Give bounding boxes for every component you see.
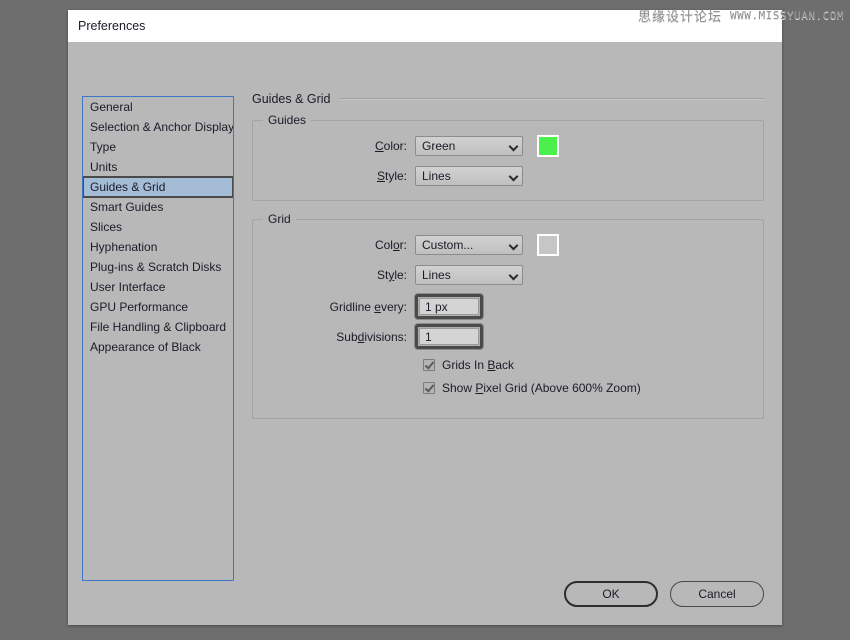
- grid-style-label: Style:: [267, 268, 415, 282]
- grid-style-value: Lines: [422, 268, 451, 282]
- dialog-titlebar: Preferences: [68, 10, 782, 42]
- grid-style-row: Style: Lines: [267, 265, 749, 285]
- guides-group: Guides Color: Green Style: Lines: [252, 120, 764, 201]
- subdivisions-label: Subdivisions:: [267, 330, 415, 344]
- grid-color-label: Color:: [267, 238, 415, 252]
- sidebar-item-hyphenation[interactable]: Hyphenation: [83, 237, 233, 257]
- preferences-category-list[interactable]: GeneralSelection & Anchor DisplayTypeUni…: [82, 96, 234, 581]
- sidebar-item-units[interactable]: Units: [83, 157, 233, 177]
- grid-color-swatch[interactable]: [537, 234, 559, 256]
- grids-in-back-row[interactable]: Grids In Back: [423, 358, 749, 372]
- subdivisions-input[interactable]: [419, 328, 479, 345]
- sidebar-item-appearance-of-black[interactable]: Appearance of Black: [83, 337, 233, 357]
- sidebar-item-gpu-performance[interactable]: GPU Performance: [83, 297, 233, 317]
- dialog-body: GeneralSelection & Anchor DisplayTypeUni…: [68, 42, 782, 625]
- guides-style-row: Style: Lines: [267, 166, 749, 186]
- gridline-every-input[interactable]: [419, 298, 479, 315]
- sidebar-item-general[interactable]: General: [83, 97, 233, 117]
- sidebar-item-file-handling-clipboard[interactable]: File Handling & Clipboard: [83, 317, 233, 337]
- sidebar-item-guides-grid[interactable]: Guides & Grid: [83, 177, 233, 197]
- sidebar-item-selection-anchor-display[interactable]: Selection & Anchor Display: [83, 117, 233, 137]
- guides-style-label: Style:: [267, 169, 415, 183]
- show-pixel-grid-row[interactable]: Show Pixel Grid (Above 600% Zoom): [423, 381, 749, 395]
- show-pixel-grid-label: Show Pixel Grid (Above 600% Zoom): [442, 381, 641, 395]
- cancel-button[interactable]: Cancel: [670, 581, 764, 607]
- gridline-every-label: Gridline every:: [267, 300, 415, 314]
- grid-group-legend: Grid: [263, 212, 296, 226]
- chevron-down-icon: [509, 172, 518, 181]
- grid-color-value: Custom...: [422, 238, 473, 252]
- grid-group: Grid Color: Custom... Style: Lines: [252, 219, 764, 419]
- sidebar-item-slices[interactable]: Slices: [83, 217, 233, 237]
- ok-button[interactable]: OK: [564, 581, 658, 607]
- sidebar-item-smart-guides[interactable]: Smart Guides: [83, 197, 233, 217]
- page-title: Guides & Grid: [252, 92, 331, 106]
- chevron-down-icon: [509, 271, 518, 280]
- guides-style-value: Lines: [422, 169, 451, 183]
- chevron-down-icon: [509, 142, 518, 151]
- dialog-footer: OK Cancel: [564, 581, 764, 607]
- grid-color-select[interactable]: Custom...: [415, 235, 523, 255]
- gridline-every-field-wrap: [415, 294, 483, 319]
- grid-style-select[interactable]: Lines: [415, 265, 523, 285]
- guides-group-legend: Guides: [263, 113, 311, 127]
- grids-in-back-label: Grids In Back: [442, 358, 514, 372]
- sidebar-item-type[interactable]: Type: [83, 137, 233, 157]
- guides-color-swatch[interactable]: [537, 135, 559, 157]
- grids-in-back-checkbox[interactable]: [423, 359, 435, 371]
- preferences-dialog: Preferences GeneralSelection & Anchor Di…: [68, 10, 782, 625]
- show-pixel-grid-checkbox[interactable]: [423, 382, 435, 394]
- guides-color-row: Color: Green: [267, 135, 749, 157]
- guides-color-value: Green: [422, 139, 455, 153]
- dialog-title: Preferences: [78, 19, 145, 33]
- panel-header-divider: [340, 98, 764, 100]
- preferences-panel: Guides & Grid Guides Color: Green: [252, 92, 764, 437]
- guides-color-label: Color:: [267, 139, 415, 153]
- chevron-down-icon: [509, 241, 518, 250]
- guides-color-select[interactable]: Green: [415, 136, 523, 156]
- grid-color-row: Color: Custom...: [267, 234, 749, 256]
- gridline-every-row: Gridline every:: [267, 294, 749, 319]
- subdivisions-row: Subdivisions:: [267, 324, 749, 349]
- sidebar-item-plug-ins-scratch-disks[interactable]: Plug-ins & Scratch Disks: [83, 257, 233, 277]
- subdivisions-field-wrap: [415, 324, 483, 349]
- sidebar-item-user-interface[interactable]: User Interface: [83, 277, 233, 297]
- panel-header: Guides & Grid: [252, 92, 764, 106]
- guides-style-select[interactable]: Lines: [415, 166, 523, 186]
